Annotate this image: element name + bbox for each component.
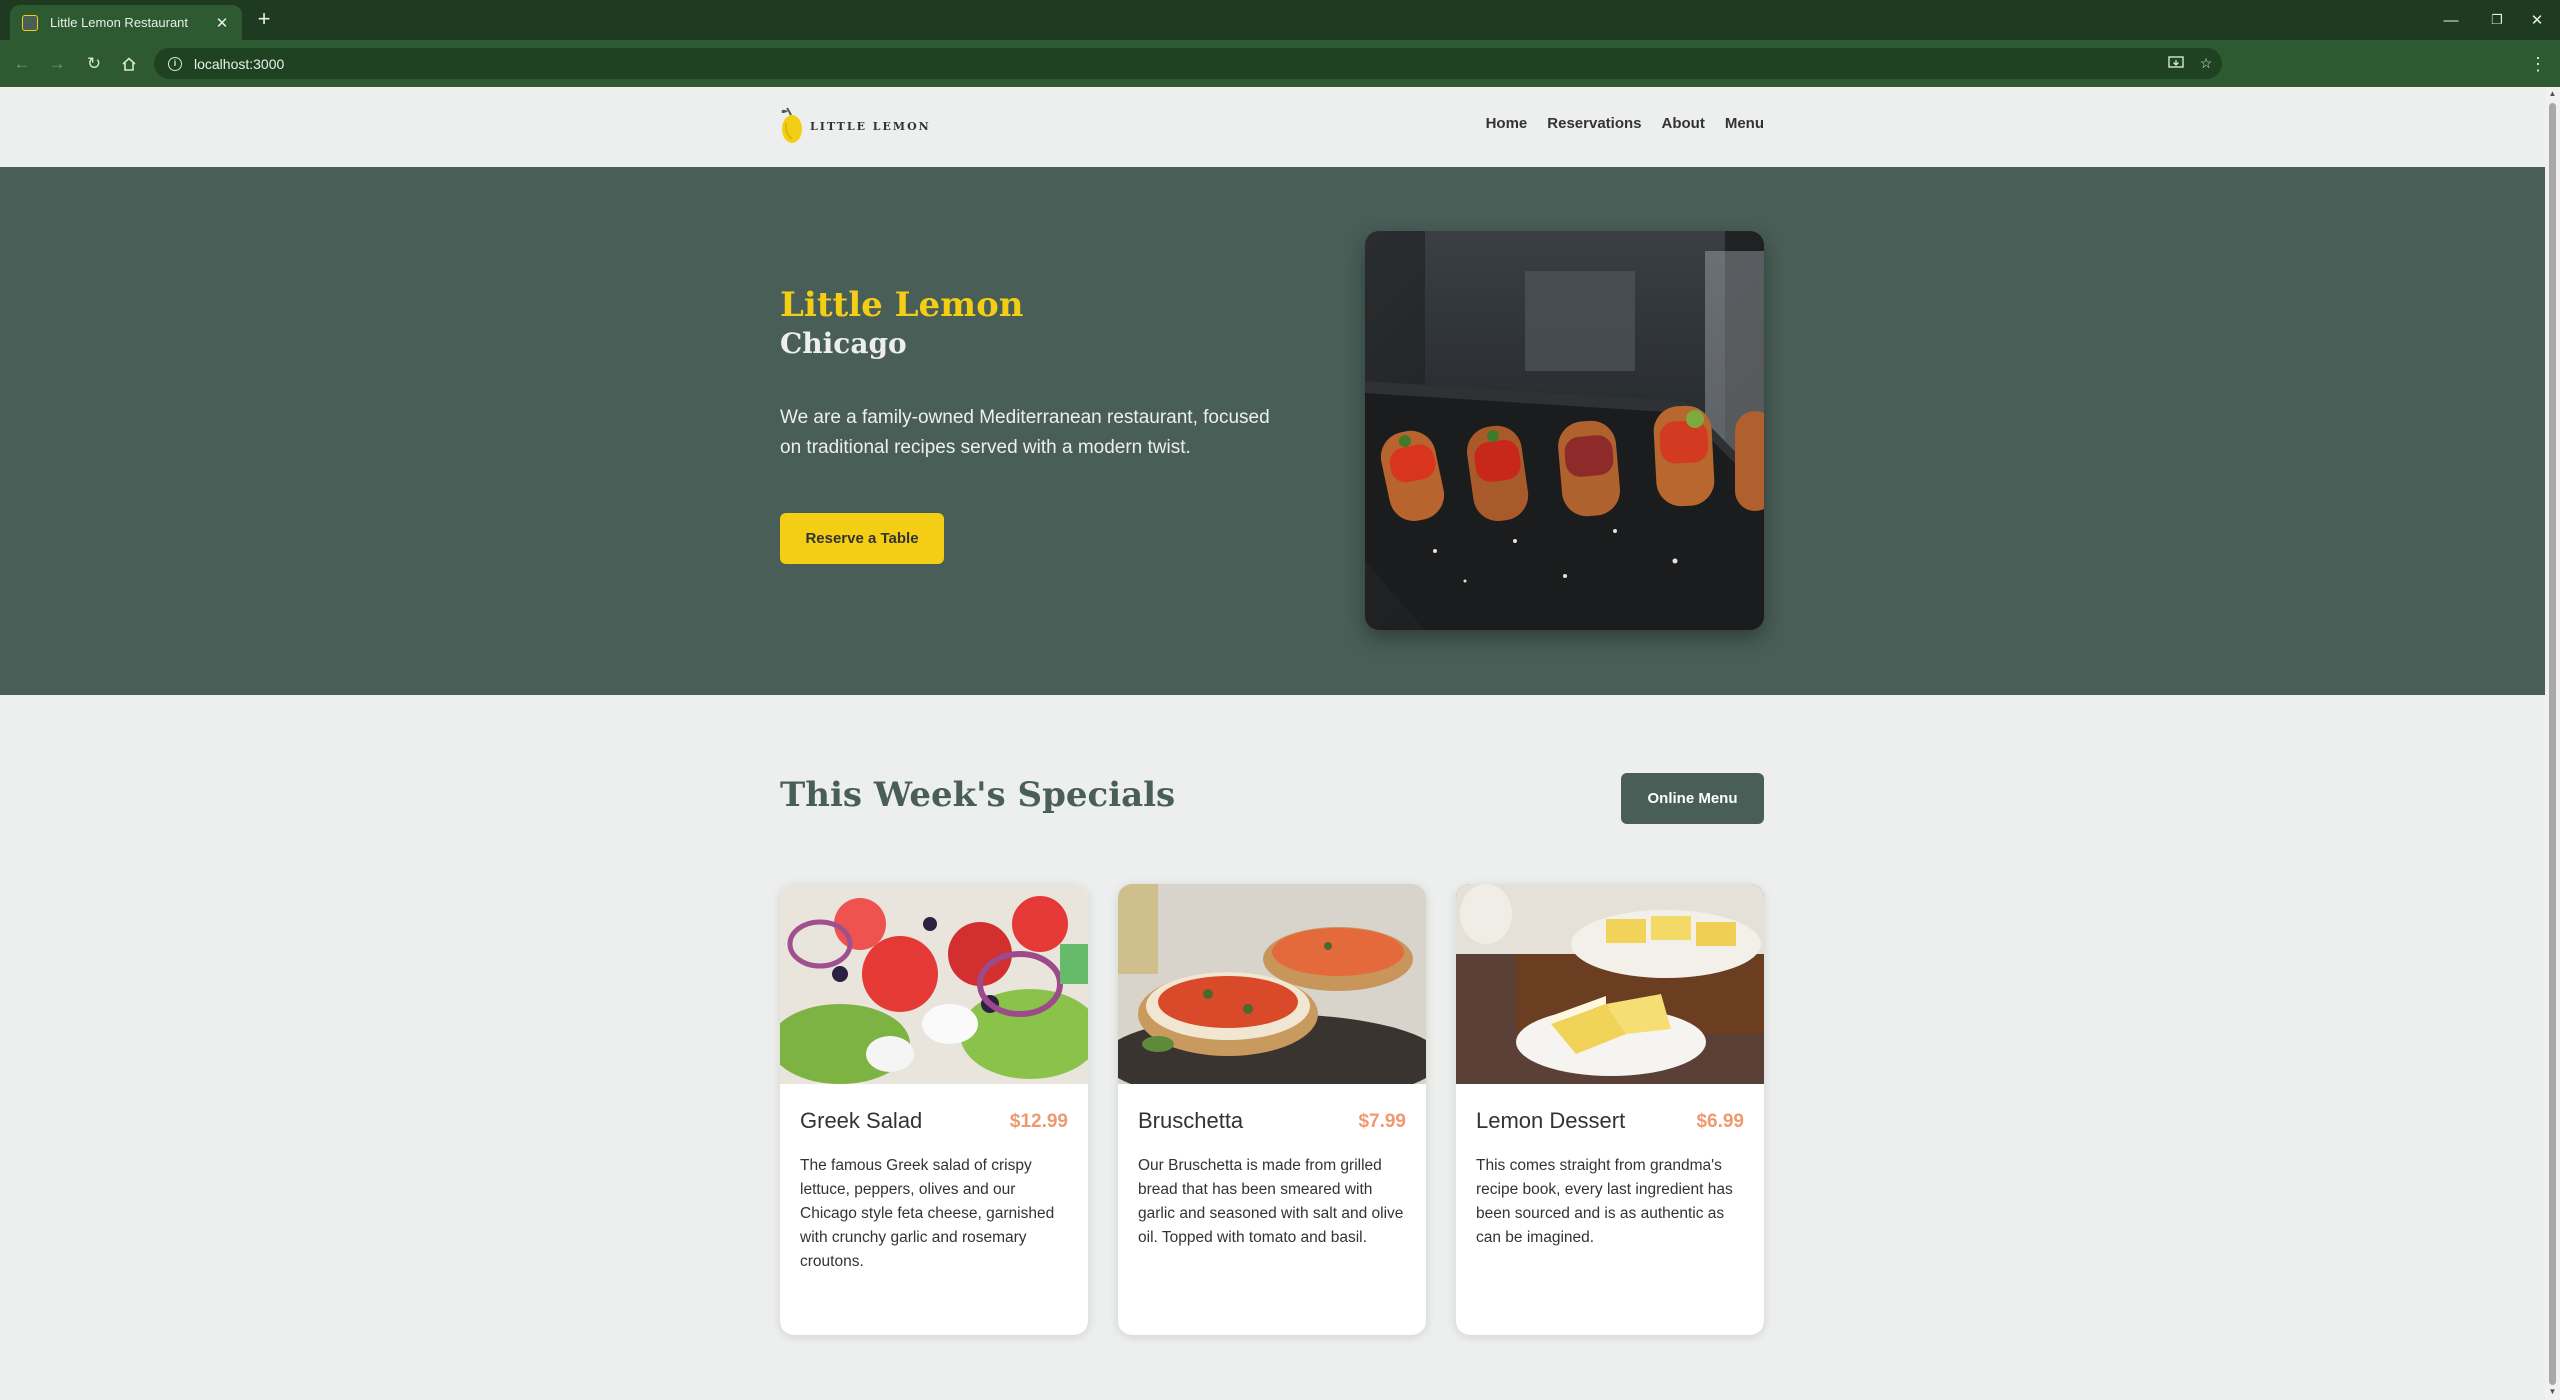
favicon-icon <box>22 14 38 31</box>
special-card[interactable]: Greek Salad $12.99 The famous Greek sala… <box>780 884 1088 1335</box>
special-name: Lemon Dessert <box>1476 1108 1626 1133</box>
nav-menu[interactable]: Menu <box>1725 115 1764 132</box>
back-icon[interactable]: ← <box>10 52 34 76</box>
nav-reservations[interactable]: Reservations <box>1547 115 1641 132</box>
page-viewport: LITTLE LEMON Home Reservations About Men… <box>0 87 2545 1400</box>
browser-tab-active[interactable]: Little Lemon Restaurant ✕ <box>10 5 242 40</box>
special-price: $12.99 <box>1009 1111 1068 1132</box>
reserve-table-button[interactable]: Reserve a Table <box>780 513 944 564</box>
close-window-button[interactable]: ✕ <box>2514 0 2560 40</box>
hero-subtitle: Chicago <box>780 327 907 360</box>
home-icon[interactable] <box>117 52 141 76</box>
scroll-up-icon[interactable]: ▲ <box>2548 89 2557 98</box>
bookmark-star-icon[interactable]: ☆ <box>2194 48 2218 79</box>
tab-close-icon[interactable]: ✕ <box>212 14 232 32</box>
scroll-down-icon[interactable]: ▼ <box>2548 1387 2557 1396</box>
nav-home[interactable]: Home <box>1486 115 1528 132</box>
url-text: localhost:3000 <box>194 55 285 72</box>
special-price: $7.99 <box>1358 1111 1406 1132</box>
logo[interactable]: LITTLE LEMON <box>780 105 931 147</box>
main-nav: Home Reservations About Menu <box>1486 115 1764 132</box>
special-name: Bruschetta <box>1138 1108 1244 1133</box>
site-header: LITTLE LEMON Home Reservations About Men… <box>0 87 2545 167</box>
scroll-thumb[interactable] <box>2549 103 2556 1385</box>
lemon-dessert-image <box>1456 884 1764 1084</box>
specials-title: This Week's Specials <box>780 775 1176 815</box>
kebab-menu-icon[interactable]: ⋮ <box>2528 52 2548 76</box>
hero-description: We are a family-owned Mediterranean rest… <box>780 407 1270 458</box>
install-app-icon[interactable] <box>2164 48 2188 79</box>
browser-tab-bar: Little Lemon Restaurant ✕ + — ❐ ✕ <box>0 0 2560 40</box>
special-description: The famous Greek salad of crispy lettuce… <box>800 1157 1055 1270</box>
lemon-logo-icon <box>780 105 804 147</box>
bruschetta-image <box>1118 884 1426 1084</box>
hero-title: Little Lemon <box>780 285 1024 325</box>
hero-food-image <box>1365 231 1764 630</box>
logo-text: LITTLE LEMON <box>810 119 931 133</box>
browser-toolbar: ← → ↻ i localhost:3000 ☆ ⋮ <box>0 40 2560 87</box>
page-scrollbar[interactable]: ▲ ▼ <box>2545 87 2560 1400</box>
info-icon[interactable]: i <box>168 56 182 71</box>
minimize-button[interactable]: — <box>2428 0 2474 40</box>
greek-salad-image <box>780 884 1088 1084</box>
special-description: This comes straight from grandma's recip… <box>1476 1157 1733 1246</box>
hero-section: Little Lemon Chicago We are a family-own… <box>0 167 2545 695</box>
tab-title: Little Lemon Restaurant <box>50 15 189 30</box>
special-card[interactable]: Bruschetta $7.99 Our Bruschetta is made … <box>1118 884 1426 1335</box>
nav-about[interactable]: About <box>1662 115 1705 132</box>
online-menu-button[interactable]: Online Menu <box>1621 773 1764 824</box>
address-bar[interactable]: i localhost:3000 ☆ <box>154 48 2222 79</box>
forward-icon[interactable]: → <box>45 52 69 76</box>
special-card[interactable]: Lemon Dessert $6.99 This comes straight … <box>1456 884 1764 1335</box>
special-description: Our Bruschetta is made from grilled brea… <box>1138 1157 1404 1246</box>
reload-icon[interactable]: ↻ <box>82 52 106 76</box>
special-price: $6.99 <box>1696 1111 1744 1132</box>
special-name: Greek Salad <box>800 1108 923 1133</box>
new-tab-button[interactable]: + <box>252 8 276 32</box>
